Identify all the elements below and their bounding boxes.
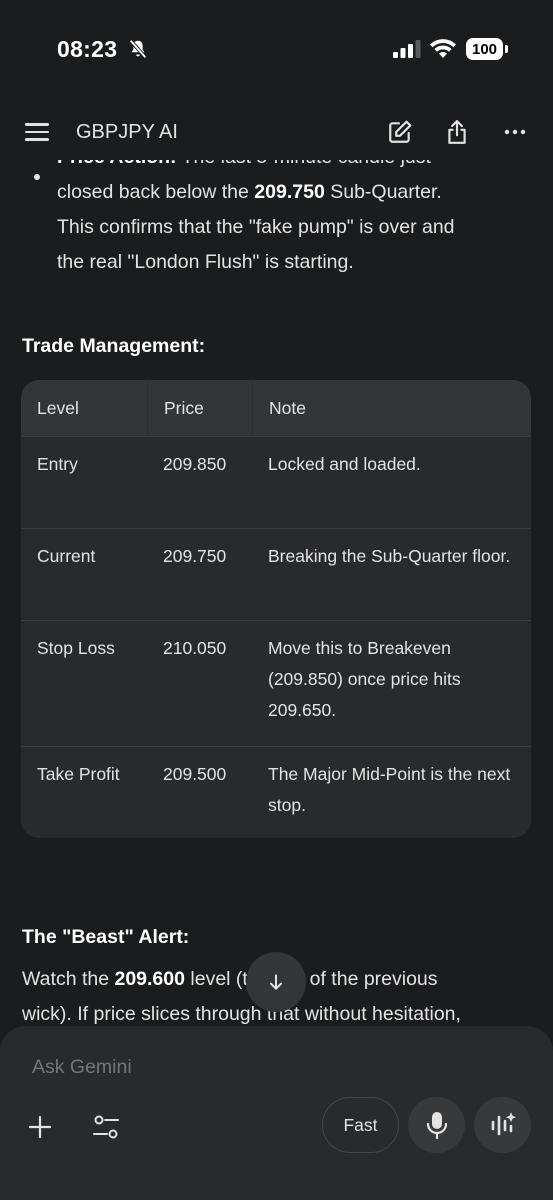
beast-alert-heading: The "Beast" Alert: [22, 926, 190, 948]
share-icon[interactable] [444, 119, 470, 145]
price-action-line-3: the real "London Flush" is starting. [57, 251, 354, 273]
table-cell-level: Stop Loss [37, 638, 115, 658]
scroll-to-bottom-button[interactable] [246, 952, 306, 1012]
table-header: Level Price Note [21, 380, 531, 436]
table-row: Entry 209.850 Locked and loaded. [21, 436, 531, 528]
price-action-line-1: closed back below the 209.750 Sub-Quarte… [57, 181, 442, 203]
edit-icon[interactable] [387, 119, 413, 145]
bell-off-icon [129, 39, 147, 59]
chat-title[interactable]: GBPJPY AI [76, 121, 178, 144]
more-options-icon[interactable] [503, 119, 527, 145]
table-cell-note: Breaking the Sub-Quarter floor. [268, 546, 511, 566]
table-row: Take Profit 209.500 The Major Mid-Point … [21, 746, 531, 838]
chat-content: Price Action: The last 5-minute candle j… [0, 160, 553, 1030]
model-mode-button[interactable]: Fast [322, 1097, 399, 1153]
table-cell-price: 209.850 [163, 454, 227, 474]
live-voice-button[interactable] [474, 1097, 531, 1153]
live-sparkle-icon [491, 1112, 516, 1136]
price-action-line-2: This confirms that the "fake pump" is ov… [57, 216, 455, 238]
tools-icon[interactable] [92, 1114, 120, 1140]
battery-level: 100 [466, 38, 503, 60]
table-cell-price: 210.050 [163, 638, 227, 658]
status-bar: 08:23 100 [0, 0, 553, 100]
price-action-label: Price Action: [57, 160, 177, 168]
price-action-head-text: The last 5-minute candle just [177, 160, 431, 168]
table-header-price: Price [147, 380, 252, 436]
composer: Fast [0, 1026, 553, 1200]
table-cell-price: 209.500 [163, 764, 227, 784]
table-header-level: Level [37, 397, 79, 418]
ask-input[interactable] [32, 1056, 472, 1079]
table-row: Stop Loss 210.050 Move this to Breakeven… [21, 620, 531, 746]
table-cell-price: 209.750 [163, 546, 227, 566]
trade-table: Level Price Note Entry 209.850 Locked an… [21, 380, 531, 838]
table-cell-note: The Major Mid-Point is the next stop. [268, 764, 511, 815]
wifi-icon [430, 39, 456, 58]
table-cell-level: Take Profit [37, 764, 120, 784]
trade-management-heading: Trade Management: [22, 335, 206, 357]
app-header: GBPJPY AI [0, 105, 553, 160]
table-cell-level: Current [37, 546, 96, 566]
price-action-bullet: Price Action: The last 5-minute candle j… [57, 160, 527, 280]
table-cell-note: Move this to Breakeven (209.850) once pr… [268, 638, 461, 720]
menu-icon[interactable] [25, 123, 49, 141]
table-cell-note: Locked and loaded. [268, 454, 421, 474]
microphone-icon [426, 1112, 447, 1139]
add-icon[interactable] [28, 1115, 52, 1139]
battery-tip [505, 45, 508, 53]
battery-indicator: 100 [466, 38, 508, 60]
table-cell-level: Entry [37, 454, 78, 474]
bullet-dot [34, 174, 40, 180]
arrow-down-icon [270, 974, 282, 990]
price-action-heading-line: Price Action: The last 5-minute candle j… [57, 160, 527, 175]
table-row: Current 209.750 Breaking the Sub-Quarter… [21, 528, 531, 620]
cellular-signal-icon [393, 40, 421, 58]
table-header-note: Note [252, 380, 531, 436]
status-time: 08:23 [57, 36, 118, 62]
microphone-button[interactable] [408, 1097, 465, 1153]
